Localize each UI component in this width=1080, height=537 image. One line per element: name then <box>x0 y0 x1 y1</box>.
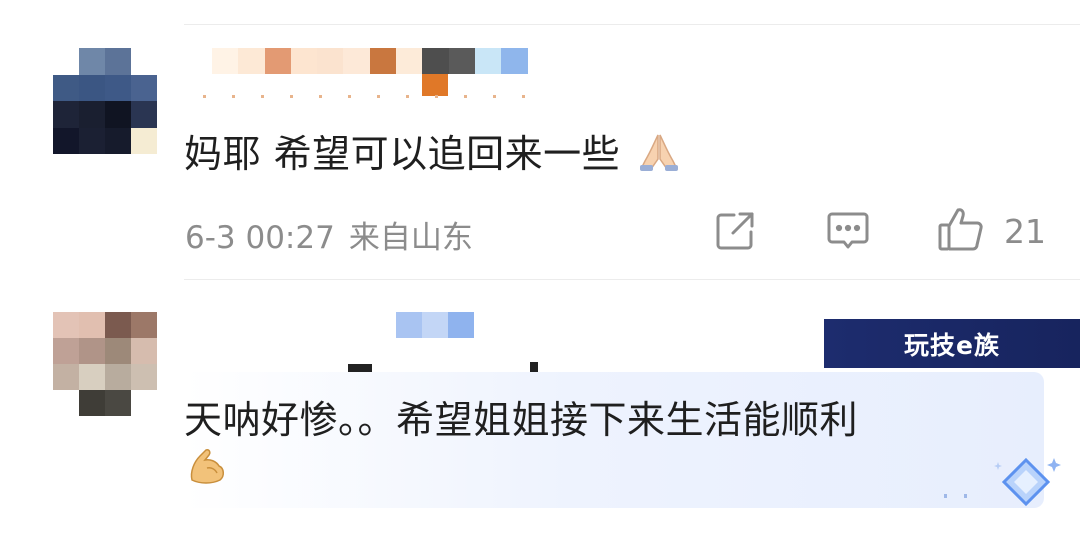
comment-meta: 6-3 00:27 来自山东 <box>185 212 473 257</box>
username[interactable] <box>396 312 474 338</box>
flexed-biceps-emoji-icon <box>186 446 228 492</box>
comment-location: 来自山东 <box>348 220 473 256</box>
avatar[interactable] <box>53 312 157 416</box>
comment-text-content: 妈耶 希望可以追回来一些 <box>184 132 621 176</box>
watermark-text: 玩技e族 <box>904 330 1000 360</box>
comment-icon[interactable] <box>826 210 870 256</box>
top-divider <box>184 24 1080 25</box>
like-count: 21 <box>1004 212 1046 251</box>
comment-text: 妈耶 希望可以追回来一些 <box>184 123 681 182</box>
folded-hands-emoji-icon <box>637 129 681 182</box>
comment-divider <box>184 279 1080 280</box>
diamond-sparkle-icon <box>990 452 1066 520</box>
username-blur-fragment <box>348 364 372 372</box>
comment-text-content: 天呐好惨。。希望姐姐接下来生活能顺利 <box>184 398 859 442</box>
avatar[interactable] <box>53 48 157 154</box>
username-blur-dots <box>203 95 548 98</box>
like-icon[interactable] <box>937 206 985 256</box>
share-icon[interactable] <box>714 210 756 256</box>
comment-timestamp: 6-3 00:27 <box>185 220 335 256</box>
watermark-banner: 玩技e族 <box>824 319 1080 368</box>
username-blur-fragment <box>422 74 448 96</box>
username-blur-fragment <box>530 362 538 372</box>
username[interactable] <box>212 48 554 74</box>
sparkle-dots <box>944 494 984 498</box>
comment-text: 天呐好惨。。希望姐姐接下来生活能顺利 <box>184 389 858 444</box>
